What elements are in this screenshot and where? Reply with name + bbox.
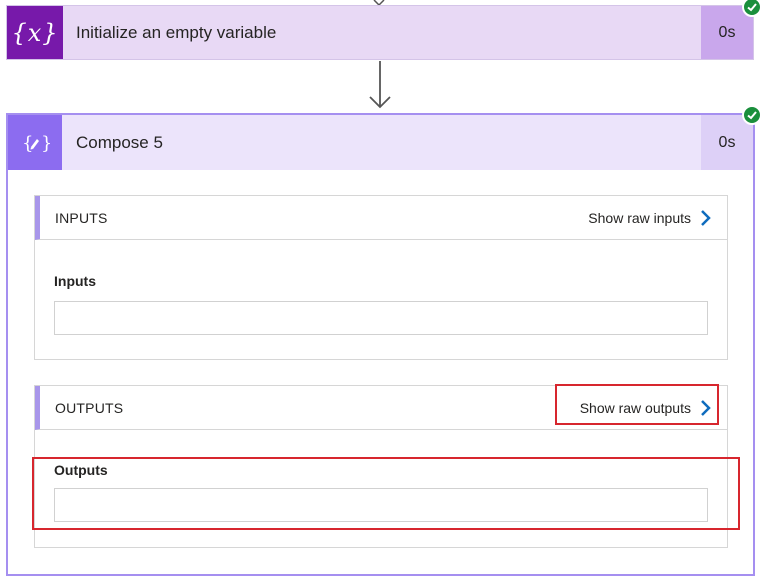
step-title: Initialize an empty variable [76, 22, 277, 42]
section-title: INPUTS [55, 209, 108, 226]
svg-text:{: { [22, 133, 33, 154]
step-compose: { } Compose 5 0s INPUTS Show raw inputs … [6, 113, 755, 576]
section-title: OUTPUTS [55, 399, 124, 416]
chevron-right-icon [701, 209, 711, 226]
link-label: Show raw inputs [588, 209, 691, 226]
inputs-section: INPUTS Show raw inputs Inputs [34, 195, 728, 360]
compose-icon: { } [8, 115, 62, 170]
step-duration: 0s [701, 115, 753, 170]
outputs-section-header: OUTPUTS Show raw outputs [35, 386, 727, 430]
outputs-label: Outputs [54, 462, 108, 478]
inputs-label: Inputs [54, 273, 96, 289]
compose-header[interactable]: { } Compose 5 0s [8, 115, 753, 170]
inputs-field[interactable] [54, 301, 708, 335]
success-check-icon [742, 0, 762, 17]
outputs-field[interactable] [54, 488, 708, 522]
link-label: Show raw outputs [579, 399, 691, 416]
svg-text:}: } [41, 133, 50, 154]
show-raw-inputs-link[interactable]: Show raw inputs [588, 209, 711, 227]
chevron-right-icon [701, 399, 711, 416]
connector-arrow [369, 61, 391, 109]
outputs-section: OUTPUTS Show raw outputs Outputs [34, 385, 728, 548]
show-raw-outputs-link[interactable]: Show raw outputs [580, 399, 711, 417]
step-title: Compose 5 [76, 132, 163, 152]
step-initialize-variable[interactable]: {x} Initialize an empty variable 0s [6, 5, 754, 60]
success-check-icon [742, 105, 762, 125]
variable-icon: {x} [7, 6, 63, 59]
inputs-section-header: INPUTS Show raw inputs [35, 196, 727, 240]
